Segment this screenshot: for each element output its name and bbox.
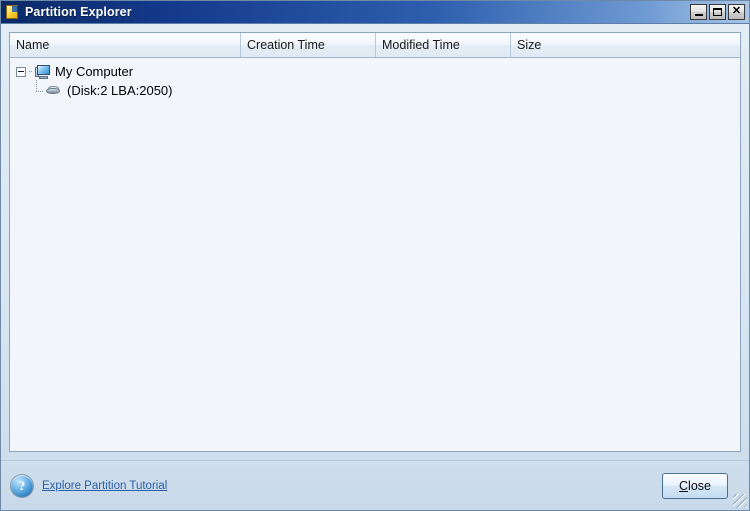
- footer-bar: ? Explore Partition Tutorial Close: [1, 460, 749, 510]
- tree-branch-icon: [32, 79, 43, 96]
- explore-partition-tutorial-link[interactable]: Explore Partition Tutorial: [42, 480, 167, 492]
- tree-item-disk-partition[interactable]: (Disk:2 LBA:2050): [10, 79, 740, 100]
- computer-icon: [35, 64, 51, 79]
- column-header-row: Name Creation Time Modified Time Size: [10, 33, 740, 58]
- help-question-icon[interactable]: ?: [10, 473, 34, 498]
- column-header-modified-time[interactable]: Modified Time: [376, 33, 511, 57]
- resize-grip-icon[interactable]: [733, 494, 747, 508]
- column-header-name[interactable]: Name: [10, 33, 241, 57]
- close-window-button[interactable]: ✕: [728, 4, 745, 20]
- tree-item-my-computer[interactable]: My Computer: [10, 62, 740, 81]
- partition-explorer-window: Partition Explorer ✕ Name Creation Time …: [0, 0, 750, 511]
- close-icon: ✕: [731, 5, 742, 17]
- partition-document-icon: [5, 4, 20, 20]
- maximize-button[interactable]: [709, 4, 726, 20]
- close-button-mnemonic: C: [679, 478, 689, 493]
- column-header-size[interactable]: Size: [511, 33, 740, 57]
- column-header-creation-time[interactable]: Creation Time: [241, 33, 376, 57]
- disk-icon: [45, 84, 62, 97]
- minimize-button[interactable]: [690, 4, 707, 20]
- maximize-icon: [713, 8, 722, 16]
- window-title: Partition Explorer: [25, 5, 132, 19]
- close-button-label: lose: [688, 478, 711, 493]
- close-button[interactable]: Close: [662, 472, 728, 499]
- title-bar[interactable]: Partition Explorer ✕: [1, 1, 749, 24]
- tree-item-label: My Computer: [55, 64, 134, 79]
- tree-item-label: (Disk:2 LBA:2050): [67, 83, 173, 98]
- window-body: Name Creation Time Modified Time Size My…: [1, 24, 749, 460]
- collapse-expander-icon[interactable]: [16, 66, 26, 77]
- tree-connector: [29, 71, 33, 72]
- list-body: My Computer (Disk:2 LBA:2050): [10, 58, 740, 451]
- minimize-icon: [695, 14, 703, 16]
- partition-list-view[interactable]: Name Creation Time Modified Time Size My…: [9, 32, 741, 452]
- window-controls: ✕: [690, 4, 745, 20]
